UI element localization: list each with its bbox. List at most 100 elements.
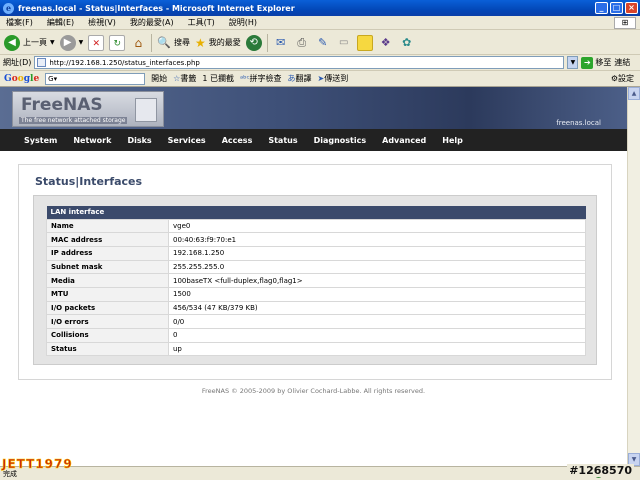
nav-diagnostics[interactable]: Diagnostics [314,136,367,145]
spellcheck-label: 拼字檢查 [249,74,282,83]
vertical-scrollbar[interactable]: ▲ ▼ [627,87,640,466]
hostname: freenas.local [556,119,601,127]
google-bookmarks-button[interactable]: ☆書籤 [173,73,196,84]
research-icon[interactable]: ❖ [378,35,394,51]
nav-disks[interactable]: Disks [127,136,151,145]
address-input[interactable]: http://192.168.1.250/status_interfaces.p… [34,56,565,69]
row-key: Media [46,273,169,288]
page-icon [37,58,47,67]
back-button[interactable]: ◀ 上一頁 ▼ [4,34,55,51]
back-arrow-icon: ◀ [4,34,20,51]
popup-blocked-indicator[interactable]: 1 已攔截 [202,73,234,84]
menu-view[interactable]: 檢視(V) [88,17,116,28]
google-logo[interactable]: Google [4,74,39,84]
menu-file[interactable]: 檔案(F) [6,17,33,28]
toolbar-separator [151,33,153,52]
notes-icon[interactable] [356,34,373,51]
window-title-bar[interactable]: e freenas.local - Status|Interfaces - Mi… [0,0,640,16]
spellcheck-button[interactable]: ᵃᵇᶜ拼字檢查 [240,73,282,84]
chevron-down-icon: ▼ [50,39,55,46]
discuss-icon[interactable]: ▭ [336,35,352,51]
menu-bar: 檔案(F) 編輯(E) 檢視(V) 我的最愛(A) 工具(T) 說明(H) ⊞ [0,16,640,30]
forward-arrow-icon: ▶ [59,34,76,51]
print-icon[interactable]: ⎙ [294,35,310,51]
address-dropdown-icon[interactable]: ▼ [567,56,579,69]
edit-icon[interactable]: ✎ [315,35,331,51]
go-label: 移至 [595,58,612,67]
translate-button[interactable]: あ翻譯 [288,73,312,84]
freenas-nav: System Network Disks Services Access Sta… [0,129,627,151]
ie-icon: e [3,2,14,14]
table-row: Collisions 0 [46,328,586,343]
sendto-label: 傳送到 [324,74,349,83]
table-row: MAC address 00:40:63:f9:70:e1 [46,232,586,247]
table-row: I/O errors 0/0 [46,314,586,329]
google-start-button[interactable]: 開始 [151,73,167,84]
address-label: 網址(D) [3,58,32,67]
home-icon[interactable]: ⌂ [130,35,146,51]
refresh-icon[interactable]: ↻ [109,34,126,51]
freenas-header: FreeNAS The free network attached storag… [0,87,627,129]
nav-services[interactable]: Services [168,136,206,145]
nav-system[interactable]: System [24,136,57,145]
row-key: MTU [46,286,169,302]
chevron-down-icon: ▼ [78,39,84,46]
star-icon: ★ [194,35,206,50]
links-label[interactable]: 連結 [614,57,630,68]
sendto-button[interactable]: ➤傳送到 [318,73,349,84]
freenas-logo[interactable]: FreeNAS The free network attached storag… [12,91,164,127]
google-toolbar: Google G▾ 開始 ☆書籤 1 已攔截 ᵃᵇᶜ拼字檢查 あ翻譯 ➤傳送到 … [0,71,640,87]
row-value: 0 [168,328,586,343]
messenger-icon[interactable]: ✿ [399,35,415,51]
menu-favorites[interactable]: 我的最愛(A) [130,17,174,28]
row-value: 0/0 [168,314,586,329]
nav-network[interactable]: Network [73,136,111,145]
toolbar-separator [266,33,268,52]
address-bar: 網址(D) http://192.168.1.250/status_interf… [0,55,640,71]
search-icon: 🔍 [157,36,171,49]
nav-status[interactable]: Status [268,136,297,145]
favorites-button[interactable]: ★ 我的最愛 [195,36,241,50]
row-key: Name [46,218,169,234]
back-label: 上一頁 [23,38,47,47]
settings-label: 設定 [618,74,634,83]
nav-advanced[interactable]: Advanced [382,136,426,145]
watermark-left: JETT1979 [2,457,73,472]
row-key: IP address [46,245,169,261]
interface-table: LAN interface Name vge0 MAC address 00:40:… [46,206,586,357]
history-icon[interactable]: ⟲ [245,34,262,51]
translate-label: 翻譯 [295,74,312,83]
row-key: Status [46,341,169,357]
forward-button[interactable]: ▶ ▼ [59,34,84,51]
row-value: 456/534 (47 KB/379 KB) [168,300,586,316]
row-value: 00:40:63:f9:70:e1 [168,232,586,247]
browser-toolbar: ◀ 上一頁 ▼ ▶ ▼ ✕ ↻ ⌂ 🔍 搜尋 ★ 我的最愛 ⟲ ✉ ⎙ ✎ ▭ … [0,31,640,55]
window-controls: _ □ × [595,2,638,14]
row-value: vge0 [168,218,586,234]
go-arrow-icon: ➔ [581,56,594,69]
windows-flag-icon: ⊞ [614,16,636,29]
google-search-input[interactable]: G▾ [45,72,146,85]
table-row: I/O packets 456/534 (47 KB/379 KB) [46,300,586,316]
close-button[interactable]: × [625,2,638,14]
hard-disk-icon [135,98,157,122]
table-container: LAN interface Name vge0 MAC address 00:40:… [33,195,597,365]
stop-icon[interactable]: ✕ [88,34,105,51]
menu-tools[interactable]: 工具(T) [188,17,215,28]
minimize-button[interactable]: _ [595,2,608,14]
table-row: Status up [46,341,586,357]
row-value: 192.168.1.250 [168,245,586,261]
scroll-up-icon[interactable]: ▲ [628,87,640,100]
menu-help[interactable]: 說明(H) [229,17,257,28]
row-key: I/O packets [46,300,169,316]
google-settings-button[interactable]: ⚙設定 [611,73,634,84]
maximize-button[interactable]: □ [610,2,623,14]
nav-help[interactable]: Help [442,136,463,145]
go-button[interactable]: ➔ 移至 [581,56,612,69]
mail-icon[interactable]: ✉ [273,35,289,51]
menu-edit[interactable]: 編輯(E) [47,17,74,28]
row-key: Subnet mask [46,259,169,275]
search-button[interactable]: 🔍 搜尋 [157,36,190,49]
nav-access[interactable]: Access [222,136,253,145]
row-value: 255.255.255.0 [168,259,586,275]
